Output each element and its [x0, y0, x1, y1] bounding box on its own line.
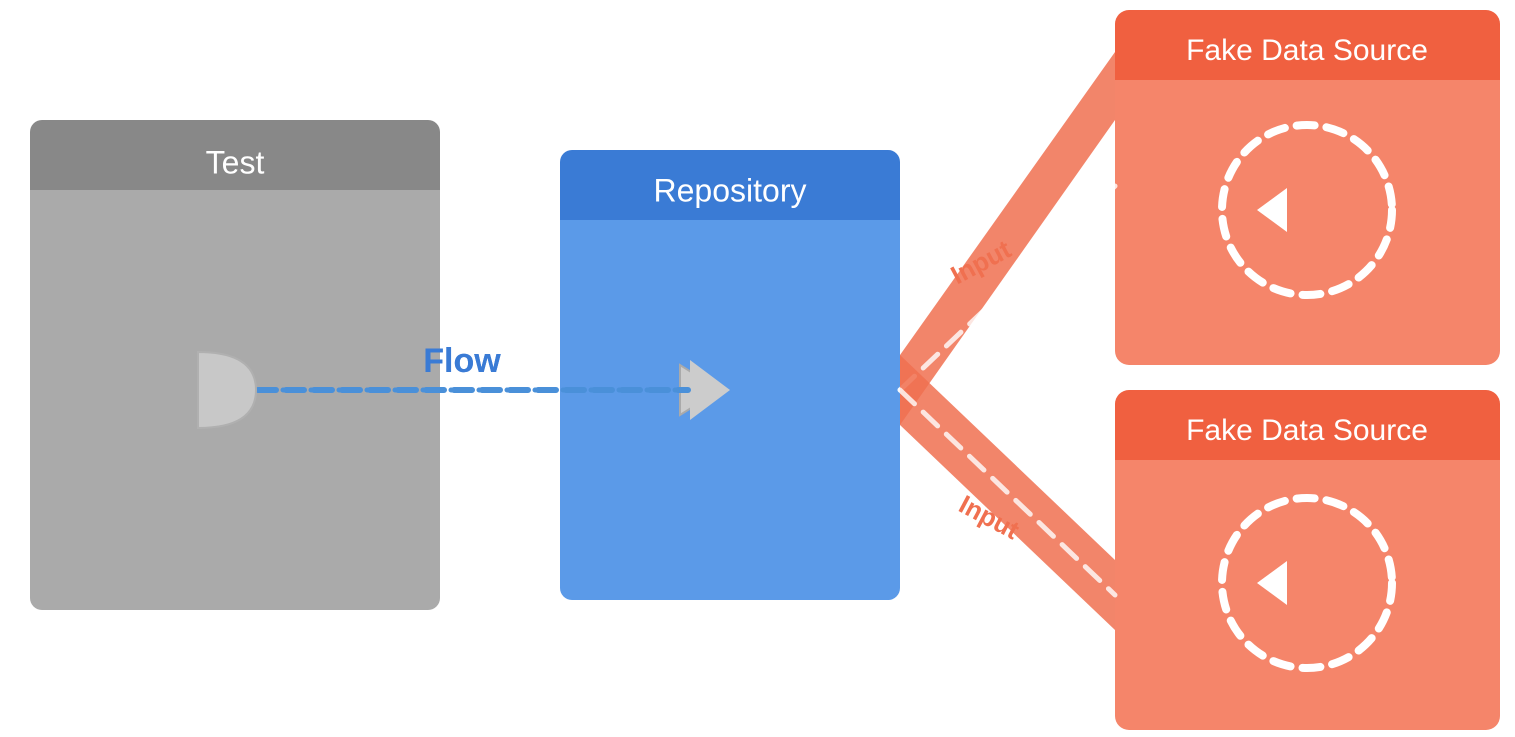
- fake-source-1-label: Fake Data Source: [1186, 34, 1428, 67]
- input-band-2: Input: [900, 355, 1115, 630]
- diagram-canvas: Test Repository Fake Data Source Fake Da…: [0, 0, 1515, 737]
- test-node-label: Test: [206, 144, 265, 180]
- svg-text:Flow: Flow: [423, 342, 501, 380]
- fake-source-1-body: [1115, 55, 1500, 365]
- repository-node-body: [560, 200, 900, 600]
- fake-source-2-label: Fake Data Source: [1186, 414, 1428, 447]
- fake-source-2-body: [1115, 435, 1500, 730]
- repository-node-label: Repository: [654, 172, 807, 208]
- input-band-1: Input: [900, 52, 1115, 425]
